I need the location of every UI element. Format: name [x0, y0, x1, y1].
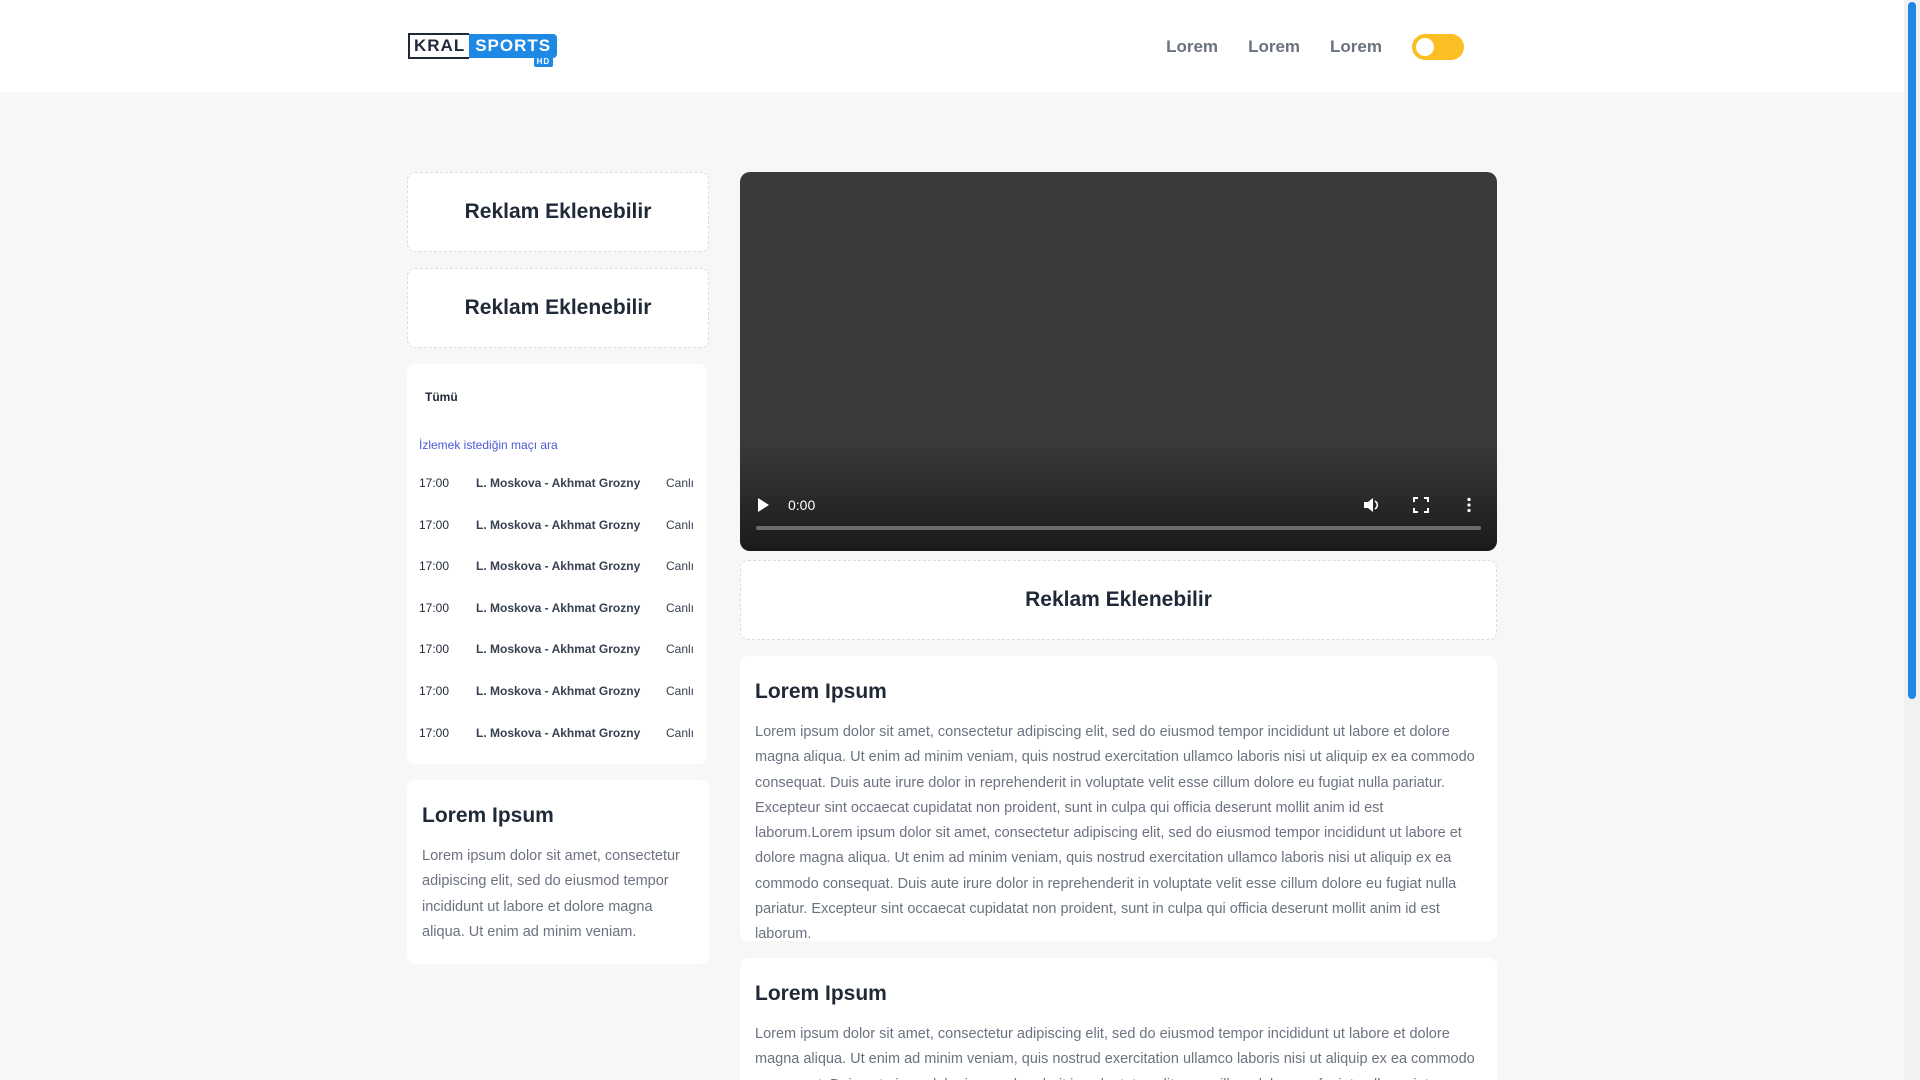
ad-box-under-video[interactable]: Reklam Eklenebilir — [740, 560, 1497, 640]
sidebar-text-body: Lorem ipsum dolor sit amet, consectetur … — [422, 848, 680, 940]
video-controls-gradient — [740, 441, 1497, 551]
match-search-input[interactable] — [419, 434, 695, 456]
article-card: Lorem Ipsum Lorem ipsum dolor sit amet, … — [740, 958, 1497, 1080]
match-status: Canlı — [666, 642, 695, 657]
nav-link-3[interactable]: Lorem — [1330, 37, 1382, 57]
match-status: Canlı — [666, 600, 695, 615]
toggle-knob — [1416, 38, 1434, 56]
logo-word-sports: SPORTS HD — [469, 34, 558, 67]
more-vertical-icon[interactable] — [1461, 497, 1477, 513]
video-player[interactable]: 0:00 — [740, 172, 1497, 551]
ad-box-left-top[interactable]: Reklam Eklenebilir — [407, 172, 709, 252]
video-progress-bar[interactable] — [756, 526, 1481, 530]
match-teams: L. Moskova - Akhmat Grozny — [476, 642, 641, 657]
article-title: Lorem Ipsum — [755, 680, 887, 703]
match-row[interactable]: 17:00 L. Moskova - Akhmat Grozny Canlı — [419, 726, 703, 768]
page-scrollbar[interactable] — [1904, 0, 1920, 1080]
match-time: 17:00 — [419, 517, 450, 532]
match-time: 17:00 — [419, 725, 450, 740]
match-status: Canlı — [666, 559, 695, 574]
match-time: 17:00 — [419, 559, 450, 574]
ad-label: Reklam Eklenebilir — [464, 200, 652, 223]
theme-toggle[interactable] — [1412, 34, 1464, 60]
match-time: 17:00 — [419, 600, 450, 615]
ad-label: Reklam Eklenebilir — [1025, 588, 1212, 611]
logo-word-kral: KRAL — [408, 33, 470, 59]
main-nav: Lorem Lorem Lorem — [1136, 34, 1464, 60]
fullscreen-icon[interactable] — [1413, 497, 1429, 513]
nav-link-1[interactable]: Lorem — [1166, 37, 1218, 57]
match-time: 17:00 — [419, 642, 450, 657]
site-logo[interactable]: KRAL SPORTS HD — [408, 31, 558, 67]
play-icon[interactable] — [758, 498, 769, 512]
volume-icon[interactable] — [1363, 497, 1381, 513]
article-body: Lorem ipsum dolor sit amet, consectetur … — [755, 724, 1475, 943]
match-row[interactable]: 17:00 L. Moskova - Akhmat Grozny Canlı — [419, 684, 703, 726]
article-card: Lorem Ipsum Lorem ipsum dolor sit amet, … — [740, 656, 1497, 942]
match-row[interactable]: 17:00 L. Moskova - Akhmat Grozny Canlı — [419, 601, 703, 643]
article-title: Lorem Ipsum — [755, 982, 887, 1005]
match-teams: L. Moskova - Akhmat Grozny — [476, 517, 641, 532]
match-teams: L. Moskova - Akhmat Grozny — [476, 600, 641, 615]
match-teams: L. Moskova - Akhmat Grozny — [476, 683, 641, 698]
sidebar-text-card: Lorem Ipsum Lorem ipsum dolor sit amet, … — [407, 780, 709, 964]
match-list-card: Tümü 17:00 L. Moskova - Akhmat Grozny Ca… — [407, 364, 707, 764]
match-status: Canlı — [666, 517, 695, 532]
match-teams: L. Moskova - Akhmat Grozny — [476, 476, 641, 490]
match-status: Canlı — [666, 476, 695, 490]
logo-sports-text: SPORTS — [475, 36, 552, 55]
ad-box-left-second[interactable]: Reklam Eklenebilir — [407, 268, 709, 348]
sidebar-text-title: Lorem Ipsum — [422, 804, 554, 827]
nav-link-2[interactable]: Lorem — [1248, 37, 1300, 57]
match-teams: L. Moskova - Akhmat Grozny — [476, 559, 641, 574]
logo-hd-badge: HD — [533, 57, 554, 67]
article-body: Lorem ipsum dolor sit amet, consectetur … — [755, 1026, 1475, 1080]
match-row[interactable]: 17:00 L. Moskova - Akhmat Grozny Canlı — [419, 518, 703, 560]
match-status: Canlı — [666, 725, 695, 740]
match-row[interactable]: 17:00 L. Moskova - Akhmat Grozny Canlı — [419, 559, 703, 601]
match-row[interactable]: 17:00 L. Moskova - Akhmat Grozny Canlı — [419, 642, 703, 684]
match-list: 17:00 L. Moskova - Akhmat Grozny Canlı 1… — [419, 476, 703, 767]
match-status: Canlı — [666, 683, 695, 698]
match-time: 17:00 — [419, 683, 450, 698]
scrollbar-thumb[interactable] — [1908, 2, 1916, 699]
site-header: KRAL SPORTS HD Lorem Lorem Lorem — [0, 0, 1904, 92]
match-time: 17:00 — [419, 476, 450, 490]
match-row[interactable]: 17:00 L. Moskova - Akhmat Grozny Canlı — [419, 476, 703, 518]
ad-label: Reklam Eklenebilir — [464, 296, 652, 319]
match-teams: L. Moskova - Akhmat Grozny — [476, 725, 641, 740]
filter-tab-all[interactable]: Tümü — [425, 390, 458, 404]
video-current-time: 0:00 — [788, 497, 816, 513]
